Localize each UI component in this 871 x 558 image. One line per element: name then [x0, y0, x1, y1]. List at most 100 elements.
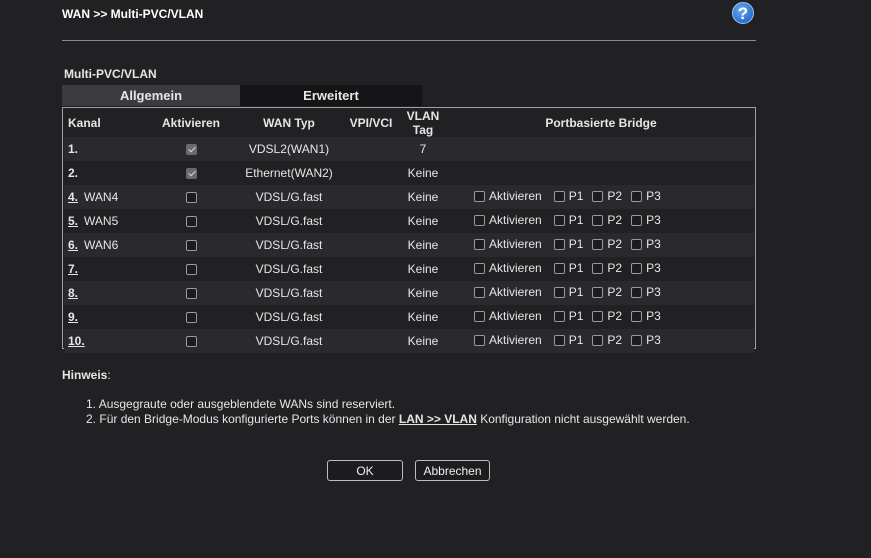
port-p3-label: P3	[646, 285, 661, 300]
enable-checkbox[interactable]	[185, 312, 197, 324]
tab-bar: Allgemein Erweitert	[62, 85, 422, 106]
bridge-enable-checkbox[interactable]	[474, 334, 485, 346]
port-p1-label: P1	[568, 213, 584, 228]
port-p2-checkbox[interactable]	[592, 286, 604, 298]
cancel-button[interactable]: Abbrechen	[415, 460, 490, 481]
cell-wan-typ: VDSL/G.fast	[234, 185, 344, 209]
channel-table: Kanal Aktivieren WAN Typ VPI/VCI VLAN Ta…	[64, 109, 754, 353]
port-p2-checkbox[interactable]	[592, 262, 604, 274]
port-p1-checkbox[interactable]	[553, 286, 565, 298]
cell-aktivieren	[148, 185, 234, 209]
bridge-enable-checkbox[interactable]	[474, 190, 485, 202]
enable-checkbox[interactable]	[185, 240, 197, 252]
cell-vlan-tag: Keine	[398, 281, 448, 305]
port-p1-label: P1	[568, 261, 584, 276]
cell-bridge: Aktivieren P1 P2 P3	[448, 185, 754, 209]
bridge-enable-checkbox[interactable]	[474, 238, 485, 250]
ok-button[interactable]: OK	[327, 460, 403, 481]
col-header-wan-typ: WAN Typ	[263, 116, 315, 130]
cell-vpi-vci	[344, 185, 398, 209]
cell-wan-typ: VDSL/G.fast	[255, 214, 323, 228]
col-header-kanal: Kanal	[68, 116, 101, 130]
port-p3-checkbox[interactable]	[631, 190, 643, 202]
cell-bridge: Aktivieren P1 P2 P3	[448, 305, 754, 329]
port-p3-checkbox[interactable]	[631, 214, 643, 226]
channel-link[interactable]: 6.	[68, 238, 78, 252]
table-row: 1. VDSL2(WAN1) 7	[64, 137, 754, 161]
cell-bridge: Aktivieren P1 P2 P3	[448, 233, 754, 257]
header-divider	[62, 40, 756, 41]
channel-link[interactable]: 9.	[68, 310, 78, 324]
col-header-bridge: Portbasierte Bridge	[545, 116, 657, 130]
port-p1-label: P1	[568, 309, 584, 324]
port-p1-label: P1	[568, 189, 584, 204]
wan-name: WAN4	[84, 190, 119, 204]
port-p3-checkbox[interactable]	[631, 262, 643, 274]
port-p1-checkbox[interactable]	[553, 262, 565, 274]
port-p2-checkbox[interactable]	[592, 214, 604, 226]
channel-link[interactable]: 4.	[68, 190, 78, 204]
note-title-label: Hinweis	[62, 368, 108, 382]
port-p2-checkbox[interactable]	[592, 310, 604, 322]
port-p3-checkbox[interactable]	[631, 334, 643, 346]
channel-link[interactable]: 10.	[68, 334, 85, 348]
port-p2-label: P2	[607, 309, 623, 324]
enable-checkbox[interactable]	[185, 216, 197, 228]
cell-vpi-vci	[344, 209, 398, 233]
bridge-enable-checkbox[interactable]	[474, 310, 485, 322]
cell-wan-typ: VDSL/G.fast	[255, 262, 323, 276]
port-p2-label: P2	[607, 261, 623, 276]
channel-number: 2.	[68, 166, 79, 180]
cell-aktivieren	[148, 209, 234, 233]
lan-vlan-link[interactable]: LAN >> VLAN	[399, 412, 477, 426]
bridge-enable-label: Aktivieren	[489, 333, 542, 348]
table-row: 5. WAN5 VDSL/G.fast Keine Aktivieren P1 P2 P3	[64, 209, 754, 233]
cell-vpi-vci	[344, 281, 398, 305]
port-p3-checkbox[interactable]	[631, 238, 643, 250]
port-p2-checkbox[interactable]	[592, 334, 604, 346]
enable-checkbox[interactable]	[185, 288, 197, 300]
port-p1-label: P1	[568, 237, 584, 252]
port-p3-checkbox[interactable]	[631, 286, 643, 298]
cell-bridge: Aktivieren P1 P2 P3	[448, 209, 754, 233]
cell-vpi-vci	[344, 161, 398, 185]
help-icon[interactable]: ?	[732, 2, 754, 24]
cell-aktivieren	[148, 137, 234, 161]
cell-kanal: 5. WAN5	[64, 209, 148, 233]
port-p1-checkbox[interactable]	[553, 310, 565, 322]
tab-erweitert[interactable]: Erweitert	[240, 85, 422, 106]
bridge-enable-checkbox[interactable]	[474, 286, 485, 298]
port-p1-checkbox[interactable]	[553, 334, 565, 346]
cell-kanal: 6. WAN6	[64, 233, 148, 257]
port-p2-checkbox[interactable]	[592, 238, 604, 250]
cell-bridge: Aktivieren P1 P2 P3	[448, 329, 754, 353]
enable-checkbox[interactable]	[185, 336, 197, 348]
enable-checkbox[interactable]	[185, 192, 197, 204]
port-p1-checkbox[interactable]	[553, 214, 565, 226]
enable-checkbox	[185, 168, 197, 180]
port-p3-label: P3	[646, 333, 661, 348]
bridge-enable-checkbox[interactable]	[474, 262, 485, 274]
enable-checkbox[interactable]	[185, 264, 197, 276]
cell-wan-typ: VDSL/G.fast	[234, 233, 344, 257]
cell-bridge	[448, 161, 754, 185]
channel-link[interactable]: 5.	[68, 214, 78, 228]
port-p3-checkbox[interactable]	[631, 310, 643, 322]
cell-wan-typ: VDSL/G.fast	[234, 281, 344, 305]
cell-vlan-tag: Keine	[407, 166, 439, 180]
table-row: 4. WAN4 VDSL/G.fast Keine Aktivieren P1 P2 P3	[64, 185, 754, 209]
cell-kanal: 10.	[64, 329, 148, 353]
port-p1-checkbox[interactable]	[553, 238, 565, 250]
channel-link[interactable]: 7.	[68, 262, 78, 276]
cell-aktivieren	[148, 281, 234, 305]
wan-name: WAN5	[84, 214, 119, 228]
channel-link[interactable]: 8.	[68, 286, 78, 300]
note-title: Hinweis:	[62, 368, 111, 382]
bridge-enable-checkbox[interactable]	[474, 214, 485, 226]
port-p1-checkbox[interactable]	[553, 190, 565, 202]
cell-bridge: Aktivieren P1 P2 P3	[448, 257, 754, 281]
table-row: 10. VDSL/G.fast Keine Aktivieren P1 P2 P3	[64, 329, 754, 353]
tab-allgemein[interactable]: Allgemein	[62, 85, 240, 106]
cell-kanal: 8.	[64, 281, 148, 305]
port-p2-checkbox[interactable]	[592, 190, 604, 202]
